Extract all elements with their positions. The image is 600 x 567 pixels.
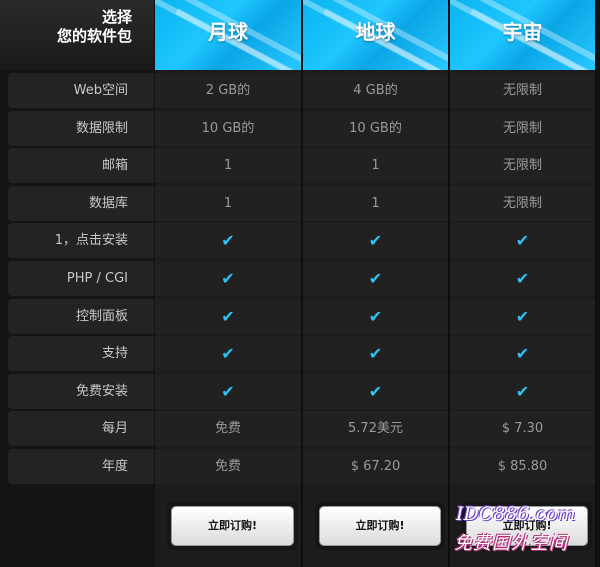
- feature-value: 免费: [155, 411, 302, 447]
- feature-value: $ 67.20: [303, 449, 449, 484]
- feature-label: 支持: [8, 336, 154, 372]
- feature-value: 10 GB的: [155, 110, 302, 146]
- feature-row: 支持 ✔ ✔ ✔: [0, 335, 600, 372]
- checkmark-icon: ✔: [155, 373, 302, 409]
- feature-value: $ 85.80: [450, 449, 596, 484]
- checkmark-icon: ✔: [155, 336, 302, 372]
- plan-header-2: 地球: [303, 0, 449, 70]
- feature-value: 1: [303, 148, 449, 184]
- plan-name: 月球: [208, 20, 248, 44]
- check-glyph: ✔: [221, 306, 235, 326]
- check-glyph: ✔: [368, 381, 383, 401]
- check-glyph: ✔: [368, 269, 383, 288]
- feature-value: 4 GB的: [303, 73, 449, 108]
- checkmark-icon: ✔: [450, 261, 596, 296]
- feature-label: 1，点击安装: [8, 223, 154, 259]
- feature-value: 1: [155, 185, 302, 221]
- order-button-wrap: 立即订购!: [315, 502, 445, 550]
- check-glyph: ✔: [515, 269, 530, 288]
- heading-line1: 选择: [101, 8, 132, 26]
- watermark-domain: IDC886.com: [456, 503, 576, 525]
- checkmark-icon: ✔: [155, 223, 302, 259]
- choose-package-heading: 选择 您的软件包: [0, 0, 154, 70]
- plan-name: 宇宙: [502, 20, 543, 44]
- feature-value: 1: [303, 185, 449, 221]
- check-glyph: ✔: [515, 344, 530, 364]
- feature-value: 1: [155, 148, 302, 184]
- feature-value: 10 GB的: [303, 110, 449, 146]
- plan-header-3: 宇宙: [450, 0, 596, 70]
- feature-label: Web空间: [8, 73, 154, 108]
- heading-line2: 您的软件包: [56, 27, 132, 45]
- order-now-button[interactable]: 立即订购!: [171, 506, 294, 546]
- order-button-wrap: 立即订购!: [167, 502, 298, 550]
- feature-row: 免费安装 ✔ ✔ ✔: [0, 373, 600, 410]
- pricing-table: 选择 您的软件包 月球 地球 宇宙 Web空间 2 GB的 4 GB的 无限制 数据限制 10…: [0, 0, 600, 567]
- check-glyph: ✔: [221, 344, 235, 364]
- feature-value: $ 7.30: [450, 411, 596, 447]
- feature-label: 年度: [8, 449, 154, 484]
- feature-value: 无限制: [450, 110, 596, 146]
- check-glyph: ✔: [515, 306, 530, 326]
- feature-label: 控制面板: [8, 298, 154, 334]
- feature-row: 年度 免费 $ 67.20 $ 85.80: [0, 448, 600, 485]
- feature-row: 每月 免费 5.72美元 $ 7.30: [0, 410, 600, 447]
- feature-value: 无限制: [450, 73, 596, 108]
- feature-label: 每月: [8, 411, 154, 447]
- check-glyph: ✔: [221, 269, 235, 288]
- checkmark-icon: ✔: [303, 373, 449, 409]
- feature-value: 无限制: [450, 148, 596, 184]
- feature-row: 邮箱 1 1 无限制: [0, 147, 600, 184]
- feature-row: PHP / CGI ✔ ✔ ✔: [0, 260, 600, 297]
- watermark-slogan: 免费国外空间: [454, 533, 568, 554]
- feature-row: Web空间 2 GB的 4 GB的 无限制: [0, 72, 600, 109]
- checkmark-icon: ✔: [303, 298, 449, 334]
- checkmark-icon: ✔: [303, 261, 449, 296]
- checkmark-icon: ✔: [303, 336, 449, 372]
- watermark: IDC886.com 免费国外空间: [452, 503, 600, 563]
- check-glyph: ✔: [221, 231, 235, 251]
- check-glyph: ✔: [368, 306, 383, 326]
- feature-label: PHP / CGI: [8, 261, 154, 296]
- feature-value: 2 GB的: [155, 73, 302, 108]
- feature-value: 免费: [155, 449, 302, 484]
- checkmark-icon: ✔: [450, 223, 596, 259]
- feature-label: 数据库: [8, 185, 154, 221]
- feature-label: 邮箱: [8, 148, 154, 184]
- feature-row: 控制面板 ✔ ✔ ✔: [0, 298, 600, 335]
- feature-row: 1，点击安装 ✔ ✔ ✔: [0, 222, 600, 259]
- checkmark-icon: ✔: [303, 223, 449, 259]
- feature-value: 5.72美元: [303, 411, 449, 447]
- feature-row: 数据限制 10 GB的 10 GB的 无限制: [0, 110, 600, 147]
- check-glyph: ✔: [221, 381, 235, 401]
- check-glyph: ✔: [368, 344, 383, 364]
- checkmark-icon: ✔: [450, 336, 596, 372]
- check-glyph: ✔: [515, 381, 530, 401]
- feature-value: 无限制: [450, 185, 596, 221]
- checkmark-icon: ✔: [450, 298, 596, 334]
- checkmark-icon: ✔: [155, 298, 302, 334]
- plan-header-1: 月球: [155, 0, 302, 70]
- checkmark-icon: ✔: [155, 261, 302, 296]
- feature-label: 免费安装: [8, 373, 154, 409]
- plan-name: 地球: [355, 20, 396, 44]
- order-now-button[interactable]: 立即订购!: [319, 506, 441, 546]
- feature-row: 数据库 1 1 无限制: [0, 185, 600, 222]
- feature-label: 数据限制: [8, 110, 154, 146]
- check-glyph: ✔: [515, 231, 530, 251]
- checkmark-icon: ✔: [450, 373, 596, 409]
- check-glyph: ✔: [368, 231, 383, 251]
